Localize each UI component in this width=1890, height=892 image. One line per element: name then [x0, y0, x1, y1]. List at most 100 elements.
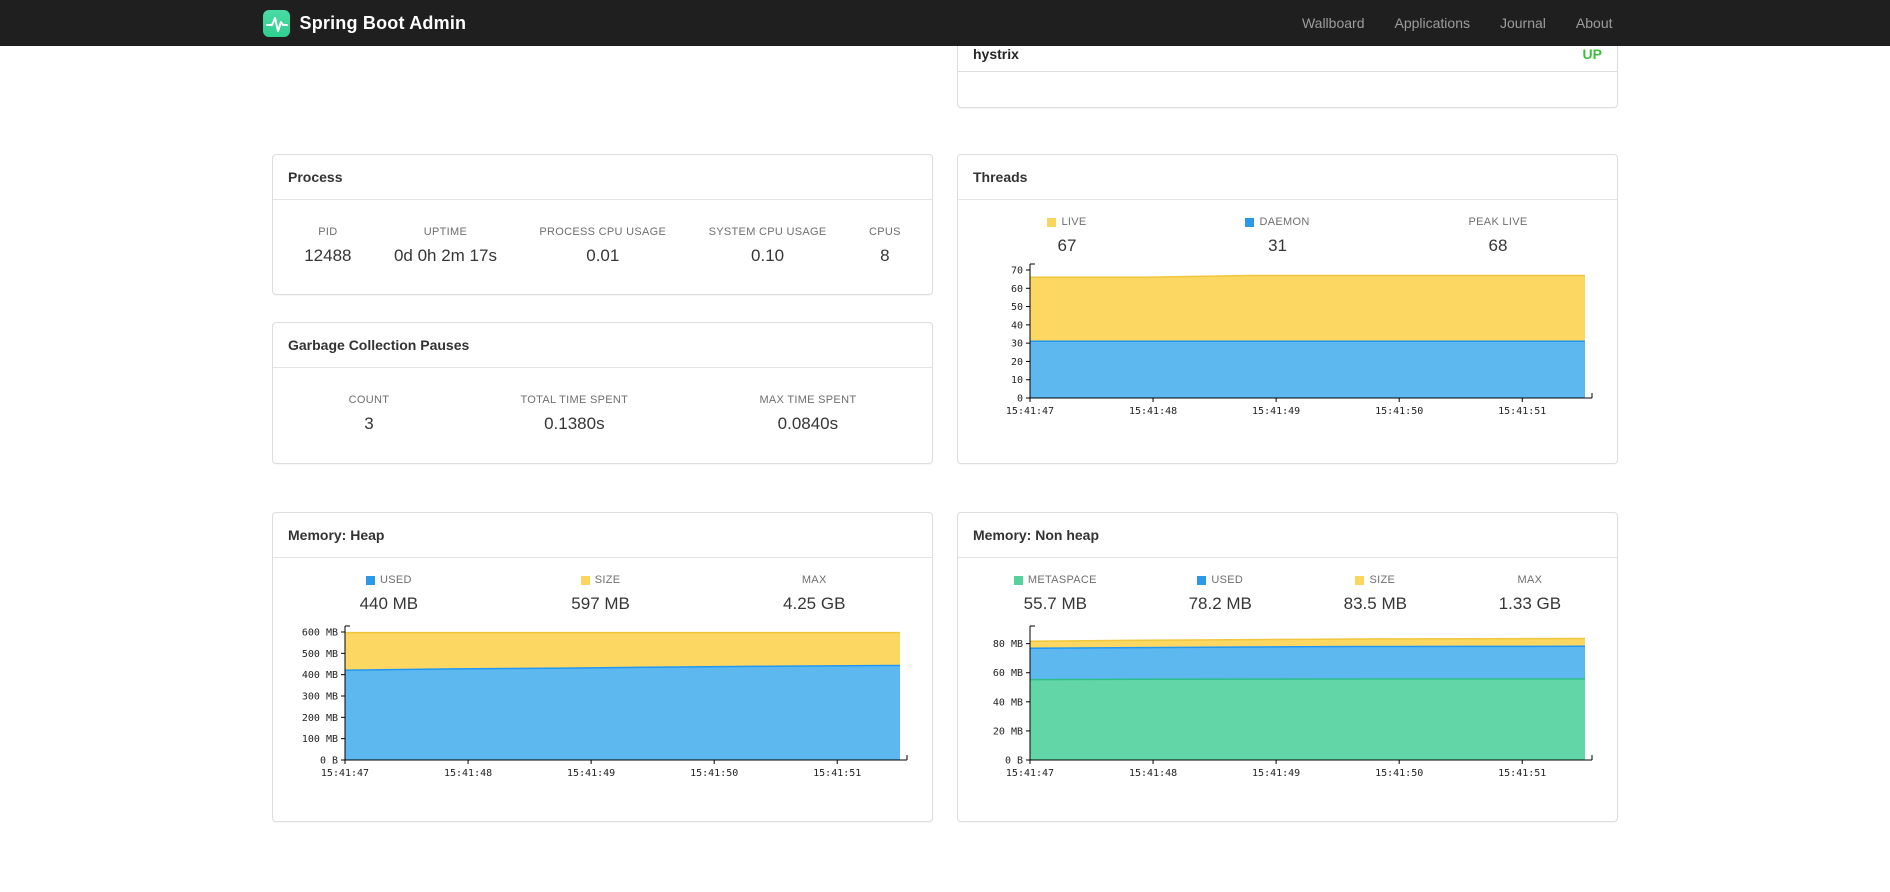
legend-label-text: MAX — [801, 574, 827, 586]
nav-item-journal[interactable]: Journal — [1485, 0, 1561, 46]
health-check-name: hystrix — [973, 46, 1019, 62]
svg-text:15:41:50: 15:41:50 — [690, 768, 738, 779]
legend-value: 1.33 GB — [1498, 594, 1562, 613]
metric-value: 0.0840s — [777, 414, 839, 433]
nav-menu: Wallboard Applications Journal About — [1287, 0, 1628, 46]
navbar-inner: Spring Boot Admin Wallboard Applications… — [262, 0, 1628, 46]
heap-chart: 0 B 100 MB 200 MB 300 MB 400 MB 500 MB 600 MB 1… — [281, 624, 932, 791]
spring-boot-admin-logo-icon — [262, 9, 290, 37]
metric-label: PROCESS CPU USAGE — [539, 226, 667, 238]
legend-label: METASPACE — [1013, 574, 1097, 586]
metric-gc-max-time: MAX TIME SPENT 0.0840s — [759, 394, 856, 434]
legend-item-live: LIVE 67 — [1047, 216, 1086, 256]
svg-text:15:41:48: 15:41:48 — [444, 768, 492, 779]
svg-text:50: 50 — [1011, 302, 1023, 313]
svg-text:0: 0 — [1017, 394, 1023, 405]
size-swatch-icon — [1355, 575, 1365, 585]
svg-text:15:41:51: 15:41:51 — [1498, 406, 1546, 417]
threads-panel-header: Threads — [958, 155, 1617, 200]
legend-label: USED — [360, 574, 419, 586]
legend-value: 31 — [1268, 236, 1287, 255]
size-swatch-icon — [580, 575, 590, 585]
metric-gc-total-time: TOTAL TIME SPENT 0.1380s — [520, 394, 628, 434]
legend-value: 597 MB — [571, 594, 630, 613]
metric-value: 3 — [364, 414, 374, 433]
svg-text:15:41:50: 15:41:50 — [1375, 768, 1423, 779]
gc-panel-header: Garbage Collection Pauses — [273, 323, 932, 368]
legend-label-text: USED — [1211, 574, 1244, 586]
svg-text:0 B: 0 B — [320, 756, 338, 767]
used-swatch-icon — [1197, 575, 1207, 585]
metric-value: 0d 0h 2m 17s — [393, 246, 497, 265]
svg-text:40 MB: 40 MB — [993, 697, 1023, 708]
svg-text:0 B: 0 B — [1005, 756, 1023, 767]
metric-label: UPTIME — [423, 226, 468, 238]
legend-item-max: MAX 1.33 GB — [1499, 574, 1561, 614]
legend-label: PEAK LIVE — [1469, 216, 1528, 228]
process-panel-header: Process — [273, 155, 932, 200]
legend-item-used: USED 78.2 MB — [1189, 574, 1252, 614]
legend-item-size: SIZE 83.5 MB — [1344, 574, 1407, 614]
heap-legend: USED 440 MB SIZE 597 MB MAX 4.25 GB — [273, 558, 932, 614]
threads-panel: Threads LIVE 67 DAEMON 31 PEAK LIVE 68 0… — [957, 154, 1618, 464]
svg-text:15:41:48: 15:41:48 — [1129, 406, 1177, 417]
legend-value: 83.5 MB — [1343, 594, 1407, 613]
svg-text:15:41:48: 15:41:48 — [1129, 768, 1177, 779]
svg-text:15:41:49: 15:41:49 — [567, 768, 615, 779]
memory-heap-panel: Memory: Heap USED 440 MB SIZE 597 MB MAX… — [272, 512, 933, 822]
svg-text:15:41:50: 15:41:50 — [1375, 406, 1423, 417]
navbar: Spring Boot Admin Wallboard Applications… — [0, 0, 1890, 46]
process-metrics: PID 12488 UPTIME 0d 0h 2m 17s PROCESS CP… — [273, 200, 932, 292]
metric-pid: PID 12488 — [304, 226, 351, 266]
daemon-swatch-icon — [1245, 217, 1255, 227]
nav-item-about[interactable]: About — [1561, 0, 1628, 46]
svg-text:80 MB: 80 MB — [993, 639, 1023, 650]
process-panel: Process PID 12488 UPTIME 0d 0h 2m 17s PR… — [272, 154, 933, 295]
legend-label-text: PEAK LIVE — [1468, 216, 1528, 228]
svg-text:15:41:49: 15:41:49 — [1252, 406, 1300, 417]
metric-value: 0.1380s — [544, 414, 605, 433]
metric-label: PID — [318, 226, 338, 238]
svg-text:60: 60 — [1011, 284, 1023, 295]
svg-text:15:41:47: 15:41:47 — [321, 768, 369, 779]
threads-legend: LIVE 67 DAEMON 31 PEAK LIVE 68 — [958, 200, 1617, 256]
nav-item-applications[interactable]: Applications — [1379, 0, 1485, 46]
svg-text:100 MB: 100 MB — [302, 734, 338, 745]
svg-text:70: 70 — [1011, 266, 1023, 277]
legend-label-text: MAX — [1517, 574, 1543, 586]
svg-text:15:41:47: 15:41:47 — [1006, 768, 1054, 779]
metric-label: COUNT — [348, 394, 390, 406]
nonheap-chart: 0 B 20 MB 40 MB 60 MB 80 MB 15:41:47 15:41:48 1… — [966, 624, 1617, 791]
nav-item-wallboard[interactable]: Wallboard — [1287, 0, 1380, 46]
svg-text:600 MB: 600 MB — [302, 628, 338, 639]
nonheap-legend: METASPACE 55.7 MB USED 78.2 MB SIZE 83.5… — [958, 558, 1617, 614]
legend-label-text: METASPACE — [1027, 574, 1097, 586]
live-swatch-icon — [1047, 217, 1057, 227]
metric-value: 0.01 — [586, 246, 620, 265]
metric-label: MAX TIME SPENT — [759, 394, 857, 406]
legend-value: 4.25 GB — [783, 594, 846, 613]
legend-label: MAX — [1499, 574, 1561, 586]
legend-label: DAEMON — [1245, 216, 1309, 228]
svg-text:20: 20 — [1011, 357, 1023, 368]
status-badge: UP — [1582, 46, 1602, 62]
panel-title: Process — [288, 169, 343, 185]
svg-text:20 MB: 20 MB — [993, 726, 1023, 737]
brand[interactable]: Spring Boot Admin — [262, 9, 467, 37]
metric-label: TOTAL TIME SPENT — [520, 394, 629, 406]
panel-title: Memory: Non heap — [973, 527, 1100, 543]
svg-text:300 MB: 300 MB — [302, 692, 338, 703]
legend-label-text: SIZE — [594, 574, 621, 586]
svg-text:15:41:49: 15:41:49 — [1252, 768, 1300, 779]
legend-label-text: SIZE — [1369, 574, 1396, 586]
svg-text:40: 40 — [1011, 320, 1023, 331]
threads-chart: 0 10 20 30 40 50 60 70 15:41:47 15:41:48 15:41:49 1… — [966, 262, 1617, 429]
panel-title: Threads — [973, 169, 1028, 185]
legend-label: SIZE — [571, 574, 630, 586]
memory-nonheap-panel: Memory: Non heap METASPACE 55.7 MB USED … — [957, 512, 1618, 822]
svg-text:15:41:47: 15:41:47 — [1006, 406, 1054, 417]
legend-value: 55.7 MB — [1023, 594, 1087, 613]
legend-label: LIVE — [1047, 216, 1086, 228]
legend-label-text: USED — [379, 574, 412, 586]
legend-item-used: USED 440 MB — [360, 574, 419, 614]
